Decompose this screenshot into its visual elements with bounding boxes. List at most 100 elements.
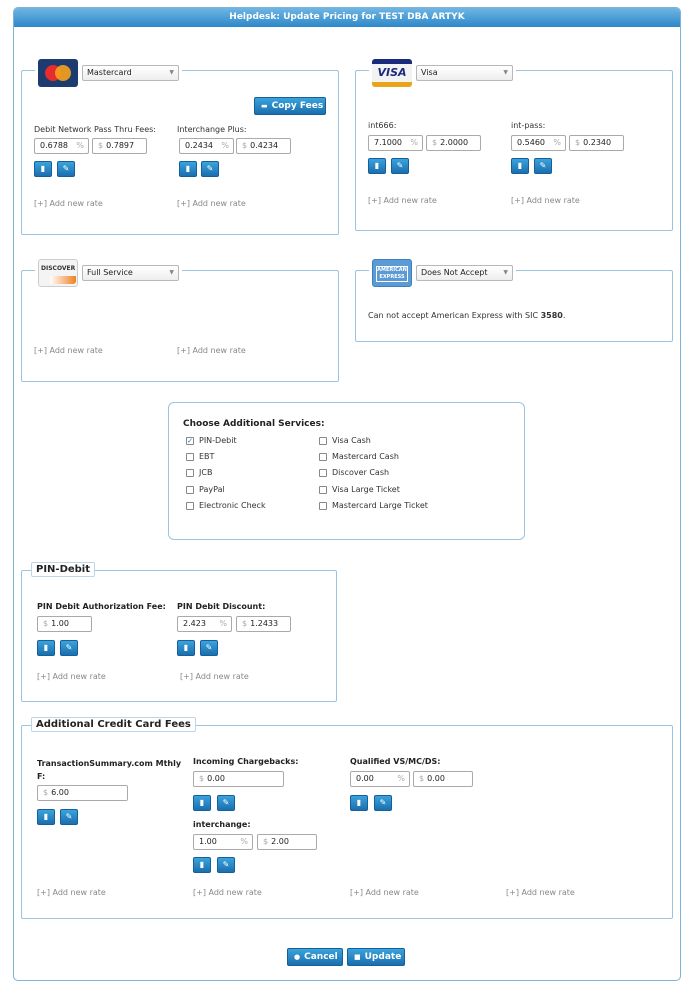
ts-fee-input[interactable]: $6.00 [37, 785, 128, 801]
delete-rate-button[interactable]: ▮ [511, 158, 529, 174]
copy-fees-button[interactable]: ▬ Copy Fees [254, 97, 326, 115]
chargebacks-label: Incoming Chargebacks: [193, 757, 299, 766]
visa-pricing-select[interactable]: Visa ▼ [416, 65, 513, 81]
delete-rate-button[interactable]: ▮ [368, 158, 386, 174]
discover-logo: DISCOVER [38, 259, 78, 287]
checkmark-icon: ✓ [186, 436, 194, 445]
trash-icon: ▮ [43, 643, 49, 652]
service-checkbox-ebt[interactable]: EBT [186, 452, 214, 461]
ts-fee-label: TransactionSummary.com Mthly F: [37, 759, 182, 781]
delete-rate-button[interactable]: ▮ [37, 809, 55, 825]
edit-rate-button[interactable]: ✎ [60, 809, 78, 825]
discover-pricing-select[interactable]: Full Service ▼ [82, 265, 179, 281]
service-checkbox-visa-cash[interactable]: Visa Cash [319, 436, 371, 445]
amex-pricing-select[interactable]: Does Not Accept ▼ [416, 265, 513, 281]
qualified-percent-input[interactable]: 0.00% [350, 771, 410, 787]
add-new-rate-link[interactable]: [+] Add new rate [37, 672, 106, 681]
rate-fixed-input[interactable]: $0.4234 [236, 138, 291, 154]
edit-rate-button[interactable]: ✎ [201, 161, 219, 177]
add-new-rate-link[interactable]: [+] Add new rate [506, 888, 575, 897]
rate-percent-input[interactable]: 0.6788% [34, 138, 89, 154]
rate-label: int-pass: [511, 121, 546, 130]
add-new-rate-link[interactable]: [+] Add new rate [511, 196, 580, 205]
edit-rate-button[interactable]: ✎ [200, 640, 218, 656]
delete-rate-button[interactable]: ▮ [179, 161, 197, 177]
add-new-rate-link[interactable]: [+] Add new rate [368, 196, 437, 205]
add-new-rate-link[interactable]: [+] Add new rate [193, 888, 262, 897]
interchange-fixed-input[interactable]: $2.00 [257, 834, 317, 850]
mastercard-pricing-select[interactable]: Mastercard ▼ [82, 65, 179, 81]
delete-rate-button[interactable]: ▮ [37, 640, 55, 656]
edit-rate-button[interactable]: ✎ [374, 795, 392, 811]
service-checkbox-pin-debit[interactable]: ✓ PIN-Debit [186, 436, 237, 445]
amex-legend: AMERICAN EXPRESS Does Not Accept ▼ [369, 259, 516, 287]
pencil-icon: ✎ [206, 164, 214, 173]
add-new-rate-link[interactable]: [+] Add new rate [350, 888, 419, 897]
interchange-percent-input[interactable]: 1.00% [193, 834, 253, 850]
rate-fixed-input[interactable]: $0.2340 [569, 135, 624, 151]
service-checkbox-jcb[interactable]: JCB [186, 468, 212, 477]
add-new-rate-link[interactable]: [+] Add new rate [180, 672, 249, 681]
rate-percent-input[interactable]: 0.5460% [511, 135, 566, 151]
delete-rate-button[interactable]: ▮ [193, 857, 211, 873]
window-title: Helpdesk: Update Pricing for TEST DBA AR… [14, 8, 680, 27]
discount-percent-input[interactable]: 2.423% [177, 616, 232, 632]
credit-card-fees-title: Additional Credit Card Fees [31, 717, 196, 732]
discount-label: PIN Debit Discount: [177, 602, 266, 611]
service-checkbox-mastercard-cash[interactable]: Mastercard Cash [319, 452, 399, 461]
discover-logo-text: DISCOVER [41, 265, 76, 272]
add-new-rate-link[interactable]: [+] Add new rate [34, 346, 103, 355]
rate-percent-input[interactable]: 7.1000% [368, 135, 423, 151]
service-checkbox-paypal[interactable]: PayPal [186, 485, 225, 494]
trash-icon: ▮ [40, 164, 46, 173]
rate-label: Interchange Plus: [177, 125, 247, 134]
additional-services-panel: Choose Additional Services: ✓ PIN-Debit E… [168, 402, 525, 540]
pencil-icon: ✎ [65, 812, 73, 821]
rate-percent-input[interactable]: 0.2434% [179, 138, 234, 154]
edit-rate-button[interactable]: ✎ [57, 161, 75, 177]
cancel-icon: ● [294, 953, 301, 961]
chargebacks-input[interactable]: $0.00 [193, 771, 284, 787]
amex-panel: AMERICAN EXPRESS Does Not Accept ▼ Can no… [355, 259, 673, 342]
edit-rate-button[interactable]: ✎ [60, 640, 78, 656]
edit-rate-button[interactable]: ✎ [217, 857, 235, 873]
copy-icon: ▬ [261, 102, 268, 110]
delete-rate-button[interactable]: ▮ [34, 161, 52, 177]
qualified-fixed-input[interactable]: $0.00 [413, 771, 473, 787]
delete-rate-button[interactable]: ▮ [193, 795, 211, 811]
edit-rate-button[interactable]: ✎ [534, 158, 552, 174]
add-new-rate-link[interactable]: [+] Add new rate [34, 199, 103, 208]
additional-services-title: Choose Additional Services: [183, 419, 325, 429]
amex-logo: AMERICAN EXPRESS [372, 259, 412, 287]
edit-rate-button[interactable]: ✎ [217, 795, 235, 811]
edit-rate-button[interactable]: ✎ [391, 158, 409, 174]
visa-logo-text: VISA [377, 66, 407, 79]
visa-logo: VISA [372, 59, 412, 87]
add-new-rate-link[interactable]: [+] Add new rate [37, 888, 106, 897]
rate-fixed-input[interactable]: $0.7897 [92, 138, 147, 154]
add-new-rate-link[interactable]: [+] Add new rate [177, 346, 246, 355]
update-button[interactable]: ■ Update [347, 948, 405, 966]
pencil-icon: ✎ [222, 860, 230, 869]
service-checkbox-electronic-check[interactable]: Electronic Check [186, 501, 266, 510]
discover-panel: DISCOVER Full Service ▼ [+] Add new rate … [21, 259, 339, 382]
cancel-button[interactable]: ● Cancel [287, 948, 343, 966]
pencil-icon: ✎ [222, 798, 230, 807]
pin-debit-panel: PIN-Debit PIN Debit Authorization Fee: $… [21, 562, 337, 702]
delete-rate-button[interactable]: ▮ [177, 640, 195, 656]
discount-fixed-input[interactable]: $1.2433 [236, 616, 291, 632]
trash-icon: ▮ [199, 860, 205, 869]
rate-fixed-input[interactable]: $2.0000 [426, 135, 481, 151]
service-checkbox-discover-cash[interactable]: Discover Cash [319, 468, 389, 477]
service-checkbox-visa-large-ticket[interactable]: Visa Large Ticket [319, 485, 400, 494]
service-checkbox-mastercard-large-ticket[interactable]: Mastercard Large Ticket [319, 501, 428, 510]
discover-legend: DISCOVER Full Service ▼ [35, 259, 182, 287]
chevron-down-icon: ▼ [503, 269, 508, 276]
auth-fee-input[interactable]: $1.00 [37, 616, 92, 632]
add-new-rate-link[interactable]: [+] Add new rate [177, 199, 246, 208]
trash-icon: ▮ [356, 798, 362, 807]
delete-rate-button[interactable]: ▮ [350, 795, 368, 811]
mastercard-panel: Mastercard ▼ ▬ Copy Fees Debit Network Pas… [21, 59, 339, 235]
pin-debit-title: PIN-Debit [31, 562, 96, 577]
trash-icon: ▮ [374, 161, 380, 170]
